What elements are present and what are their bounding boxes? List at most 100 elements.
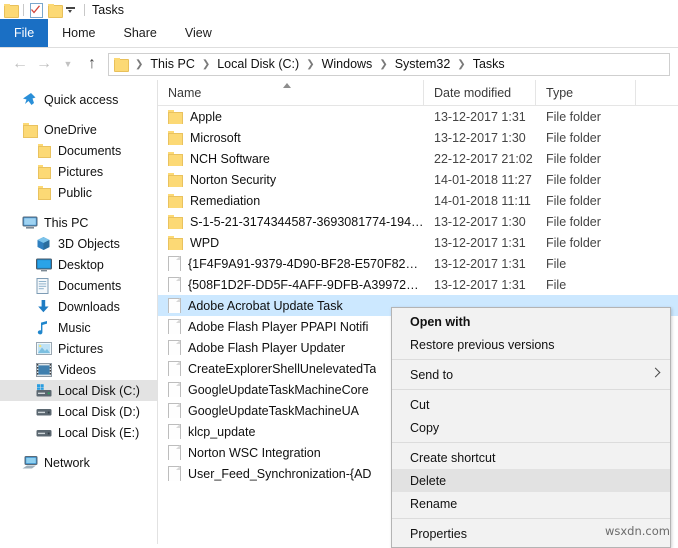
table-row[interactable]: {508F1D2F-DD5F-4AFF-9DFB-A39972DB4...13-… xyxy=(158,274,678,295)
sidebar-item-quick-access[interactable]: Quick access xyxy=(0,89,157,110)
table-row[interactable]: S-1-5-21-3174344587-3693081774-194788...… xyxy=(158,211,678,232)
sidebar-item-local-disk-c[interactable]: Local Disk (C:) xyxy=(0,380,157,401)
breadcrumb-item-local-disk-c[interactable]: Local Disk (C:) xyxy=(214,57,302,71)
navigation-pane: Quick accessOneDriveDocumentsPicturesPub… xyxy=(0,80,158,544)
file-date-cell: 13-12-2017 1:30 xyxy=(424,215,536,229)
title-bar: Tasks xyxy=(0,0,678,19)
sidebar-item-3d-objects[interactable]: 3D Objects xyxy=(0,233,157,254)
forward-arrow-icon[interactable]: → xyxy=(32,52,56,76)
sidebar-item-network[interactable]: Network xyxy=(0,452,157,473)
table-row[interactable]: Remediation14-01-2018 11:11File folder xyxy=(158,190,678,211)
music-icon xyxy=(36,320,52,336)
file-name-label: CreateExplorerShellUnelevatedTa xyxy=(188,362,376,376)
properties-icon[interactable] xyxy=(29,3,43,16)
sidebar-item-videos[interactable]: Videos xyxy=(0,359,157,380)
menu-item-copy[interactable]: Copy xyxy=(392,416,670,439)
sidebar-item-this-pc[interactable]: This PC xyxy=(0,212,157,233)
column-header-date-modified[interactable]: Date modified xyxy=(424,80,536,106)
sidebar-item-label: Desktop xyxy=(58,258,104,272)
column-header-type[interactable]: Type xyxy=(536,80,636,106)
menu-separator xyxy=(392,518,670,519)
title-divider xyxy=(84,4,85,16)
file-name-label: GoogleUpdateTaskMachineCore xyxy=(188,383,369,397)
file-icon xyxy=(168,445,181,460)
file-name-cell: Adobe Flash Player PPAPI Notifi xyxy=(158,319,424,334)
menu-item-cut[interactable]: Cut xyxy=(392,393,670,416)
menu-item-rename[interactable]: Rename xyxy=(392,492,670,515)
menu-item-send-to[interactable]: Send to xyxy=(392,363,670,386)
sidebar-item-music[interactable]: Music xyxy=(0,317,157,338)
pictures-icon xyxy=(36,341,52,357)
recent-locations-icon[interactable]: ▼ xyxy=(56,52,80,76)
menu-item-create-shortcut[interactable]: Create shortcut xyxy=(392,446,670,469)
computer-icon xyxy=(22,215,38,231)
up-arrow-icon[interactable]: ↑ xyxy=(80,52,104,76)
file-name-cell: Remediation xyxy=(158,194,424,208)
tab-share[interactable]: Share xyxy=(110,19,171,47)
file-icon xyxy=(168,361,181,376)
table-row[interactable]: Norton Security14-01-2018 11:27File fold… xyxy=(158,169,678,190)
folder-icon xyxy=(22,122,38,138)
file-date-cell: 22-12-2017 21:02 xyxy=(424,152,536,166)
menu-item-label: Restore previous versions xyxy=(410,338,555,352)
file-name-label: User_Feed_Synchronization-{AD xyxy=(188,467,371,481)
table-row[interactable]: Microsoft13-12-2017 1:30File folder xyxy=(158,127,678,148)
file-name-label: Remediation xyxy=(190,194,260,208)
sidebar-item-pictures[interactable]: Pictures xyxy=(0,161,157,182)
column-header-name[interactable]: Name xyxy=(158,80,424,106)
file-name-label: {508F1D2F-DD5F-4AFF-9DFB-A39972DB4... xyxy=(188,278,424,292)
sidebar-item-downloads[interactable]: Downloads xyxy=(0,296,157,317)
menu-item-open-with[interactable]: Open with xyxy=(392,310,670,333)
tab-file[interactable]: File xyxy=(0,19,48,47)
sidebar-item-pictures[interactable]: Pictures xyxy=(0,338,157,359)
file-name-cell: Adobe Acrobat Update Task xyxy=(158,298,424,313)
tab-home[interactable]: Home xyxy=(48,19,109,47)
file-icon xyxy=(168,277,181,292)
table-row[interactable]: {1F4F9A91-9379-4D90-BF28-E570F824A80...1… xyxy=(158,253,678,274)
sidebar-item-label: 3D Objects xyxy=(58,237,120,251)
chevron-down-icon[interactable] xyxy=(66,5,75,14)
menu-separator xyxy=(392,442,670,443)
file-name-label: klcp_update xyxy=(188,425,255,439)
sidebar-item-documents[interactable]: Documents xyxy=(0,275,157,296)
breadcrumb-item-tasks[interactable]: Tasks xyxy=(470,57,508,71)
downloads-icon xyxy=(36,299,52,315)
breadcrumb-item-this-pc[interactable]: This PC xyxy=(147,57,197,71)
sidebar-group-spacer xyxy=(0,203,157,212)
table-row[interactable]: WPD13-12-2017 1:31File folder xyxy=(158,232,678,253)
folder-icon[interactable] xyxy=(4,4,18,16)
sidebar-item-label: Network xyxy=(44,456,90,470)
file-type-cell: File folder xyxy=(536,215,636,229)
sidebar-item-label: Downloads xyxy=(58,300,120,314)
sidebar-item-documents[interactable]: Documents xyxy=(0,140,157,161)
breadcrumb-item-system32[interactable]: System32 xyxy=(392,57,454,71)
sidebar-item-local-disk-d[interactable]: Local Disk (D:) xyxy=(0,401,157,422)
sidebar-item-label: Videos xyxy=(58,363,96,377)
breadcrumb-chevron-icon: ❯ xyxy=(375,59,391,70)
file-name-cell: Adobe Flash Player Updater xyxy=(158,340,424,355)
new-folder-icon[interactable] xyxy=(48,4,62,16)
table-row[interactable]: Apple13-12-2017 1:31File folder xyxy=(158,106,678,127)
breadcrumb-chevron-icon: ❯ xyxy=(131,59,147,70)
folder-icon xyxy=(168,152,183,165)
file-name-cell: Microsoft xyxy=(158,131,424,145)
file-name-cell: User_Feed_Synchronization-{AD xyxy=(158,466,424,481)
folder-icon xyxy=(36,143,52,159)
sidebar-item-desktop[interactable]: Desktop xyxy=(0,254,157,275)
breadcrumb-item-windows[interactable]: Windows xyxy=(319,57,376,71)
menu-item-restore-previous-versions[interactable]: Restore previous versions xyxy=(392,333,670,356)
table-row[interactable]: NCH Software22-12-2017 21:02File folder xyxy=(158,148,678,169)
file-icon xyxy=(168,424,181,439)
sidebar-item-onedrive[interactable]: OneDrive xyxy=(0,119,157,140)
file-date-cell: 13-12-2017 1:31 xyxy=(424,278,536,292)
file-date-cell: 14-01-2018 11:27 xyxy=(424,173,536,187)
file-name-cell: Norton WSC Integration xyxy=(158,445,424,460)
toolbar-divider xyxy=(23,4,24,16)
tab-view[interactable]: View xyxy=(171,19,226,47)
menu-item-delete[interactable]: Delete xyxy=(392,469,670,492)
sidebar-item-public[interactable]: Public xyxy=(0,182,157,203)
back-arrow-icon[interactable]: ← xyxy=(8,52,32,76)
breadcrumb[interactable]: ❯ This PC ❯ Local Disk (C:) ❯ Windows ❯ … xyxy=(108,53,670,76)
sidebar-item-local-disk-e[interactable]: Local Disk (E:) xyxy=(0,422,157,443)
ribbon-tabs: File Home Share View xyxy=(0,19,678,48)
